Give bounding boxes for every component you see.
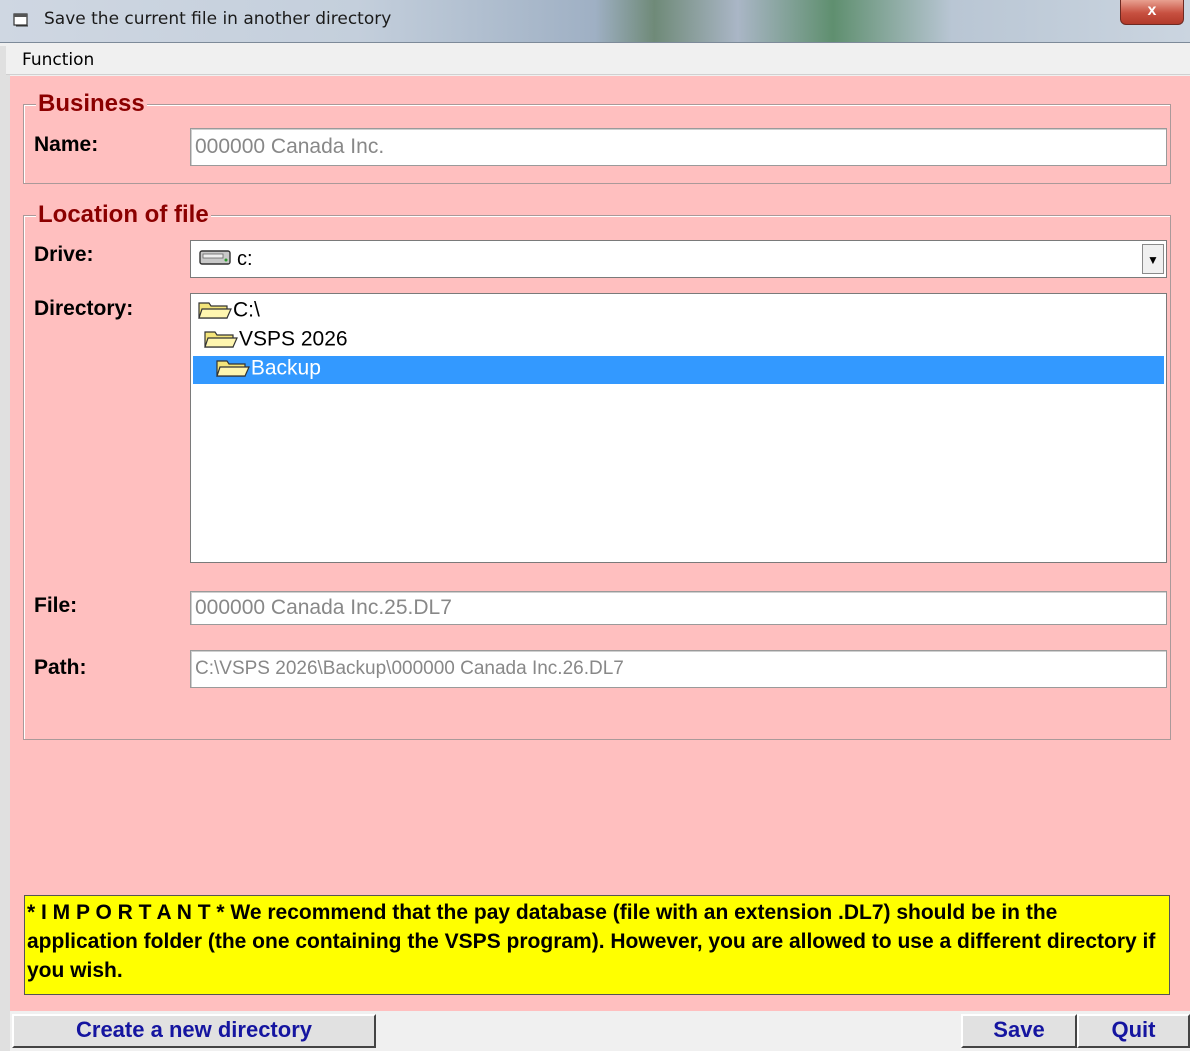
create-directory-button[interactable]: Create a new directory [12, 1014, 376, 1048]
directory-item-vsps[interactable]: VSPS 2026 [203, 327, 348, 355]
directory-item-root[interactable]: C:\ [197, 298, 260, 326]
path-label: Path: [34, 656, 87, 679]
file-label: File: [34, 594, 78, 617]
menu-bar: Function [6, 46, 1190, 75]
drive-value: c: [237, 248, 253, 270]
directory-item-backup[interactable]: Backup [193, 356, 1164, 384]
directory-label: Directory: [34, 297, 134, 320]
open-folder-icon [216, 360, 250, 378]
path-field[interactable]: C:\VSPS 2026\Backup\000000 Canada Inc.26… [190, 650, 1167, 688]
window-border [0, 46, 10, 1051]
window-icon [13, 13, 28, 27]
window-title: Save the current file in another directo… [44, 9, 392, 29]
business-legend: Business [36, 90, 147, 118]
name-label: Name: [34, 133, 99, 156]
open-folder-icon [198, 302, 232, 320]
chevron-down-icon[interactable]: ▼ [1142, 244, 1164, 274]
open-folder-icon [204, 331, 238, 349]
title-bar: Save the current file in another directo… [0, 0, 1190, 43]
save-button[interactable]: Save [961, 1014, 1077, 1048]
location-legend: Location of file [36, 201, 211, 229]
directory-list[interactable]: C:\ VSPS 2026 Backup [190, 293, 1167, 563]
important-notice: * I M P O R T A N T * We recommend that … [24, 895, 1170, 995]
file-field[interactable]: 000000 Canada Inc.25.DL7 [190, 591, 1167, 625]
close-button[interactable]: x [1120, 0, 1184, 25]
drive-icon [199, 250, 231, 265]
menu-function[interactable]: Function [22, 50, 94, 70]
name-field[interactable]: 000000 Canada Inc. [190, 128, 1167, 166]
drive-select[interactable]: c: ▼ [190, 240, 1167, 278]
quit-button[interactable]: Quit [1077, 1014, 1190, 1048]
drive-label: Drive: [34, 243, 94, 266]
